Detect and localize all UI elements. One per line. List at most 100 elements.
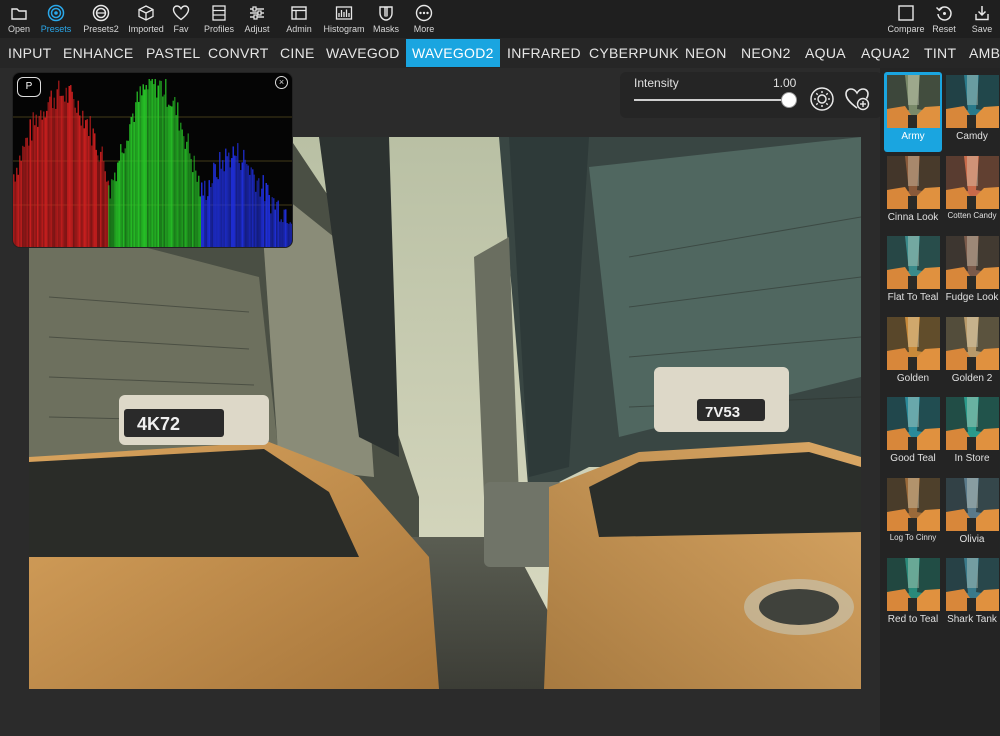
preset-thumbnail	[887, 75, 940, 128]
histogram-bar	[181, 129, 183, 247]
category-tab-aqua2[interactable]: AQUA2	[855, 39, 916, 67]
histogram-bar	[121, 152, 123, 247]
category-tab-enhance[interactable]: ENHANCE	[57, 39, 140, 67]
histogram-bar	[276, 201, 278, 247]
histogram-bar	[35, 114, 37, 247]
preset-item[interactable]: Golden 2	[943, 314, 1000, 394]
histogram-bar	[103, 160, 105, 247]
toolbar-histogram-button[interactable]: Histogram	[320, 2, 368, 36]
histogram-bar	[148, 79, 150, 247]
preset-item[interactable]: Army	[884, 72, 942, 152]
preset-thumbnail	[887, 316, 940, 370]
add-favorite-icon[interactable]	[844, 86, 870, 112]
preset-name: Olivia	[959, 533, 985, 545]
histogram-bar	[98, 161, 100, 247]
mask-icon	[379, 6, 393, 21]
histogram-bar	[228, 152, 230, 247]
toolbar-label: Fav	[173, 24, 189, 34]
preset-item[interactable]: Olivia	[943, 475, 1000, 555]
histogram-bar	[186, 141, 188, 247]
histogram-bar	[184, 148, 186, 247]
preset-item[interactable]: Camdy	[943, 72, 1000, 152]
histogram-bar	[282, 222, 284, 247]
preset-item[interactable]: Fudge Look	[943, 233, 1000, 313]
category-tab-neon2[interactable]: NEON2	[735, 39, 797, 67]
histogram-bar	[258, 178, 260, 247]
preset-name: Golden	[896, 372, 930, 384]
preset-item[interactable]: Cinna Look	[884, 153, 942, 233]
histogram-bar	[145, 85, 147, 247]
histogram-bar	[174, 97, 176, 247]
histogram-bar	[74, 107, 76, 247]
histogram-bar	[62, 95, 64, 247]
preset-item[interactable]: Log To Cinny	[884, 475, 942, 555]
preset-thumbnail	[946, 75, 999, 128]
histogram-bar	[277, 200, 279, 247]
category-tab-input[interactable]: INPUT	[2, 39, 58, 67]
histogram-bar	[199, 196, 201, 247]
category-tab-amb[interactable]: AMB	[963, 39, 1000, 67]
preset-item[interactable]: Good Teal	[884, 394, 942, 474]
histogram-bar	[37, 126, 39, 247]
histogram-bar	[153, 84, 155, 247]
more-icon	[415, 4, 433, 22]
histogram-bar	[222, 160, 224, 247]
category-tab-pastel[interactable]: PASTEL	[140, 39, 206, 67]
intensity-slider-thumb[interactable]	[781, 92, 797, 108]
histogram-bar	[61, 95, 63, 247]
histogram-bar	[68, 86, 70, 247]
preset-item[interactable]: Red to Teal	[884, 555, 942, 635]
histogram-bar	[241, 162, 243, 247]
category-tab-neon[interactable]: NEON	[679, 39, 733, 67]
category-tab-cyberpunk[interactable]: CYBERPUNK	[583, 39, 685, 67]
preset-thumbnail	[946, 236, 999, 289]
preset-name: In Store	[954, 453, 990, 464]
histogram-bar	[53, 97, 55, 247]
histogram-bar	[41, 119, 43, 247]
heart-icon	[172, 5, 190, 21]
category-tab-cine[interactable]: CINE	[274, 39, 321, 67]
histogram-bar	[243, 149, 245, 247]
toolbar-adjust-button[interactable]: Adjust	[233, 2, 281, 36]
category-tab-aqua[interactable]: AQUA	[799, 39, 852, 67]
histogram-bar	[91, 145, 93, 247]
preset-thumbnail	[946, 558, 999, 611]
toolbar-label: More	[413, 24, 435, 34]
histogram-bar	[19, 155, 21, 247]
histogram-bar	[271, 197, 273, 247]
category-tab-convrt[interactable]: CONVRT	[202, 39, 275, 67]
histogram-bar	[177, 102, 179, 247]
preset-item[interactable]: Flat To Teal	[884, 233, 942, 313]
histogram-bar	[154, 79, 156, 247]
toolbar-presets2-button[interactable]: Presets2	[77, 2, 125, 36]
preset-item[interactable]: Cotten Candy	[943, 153, 1000, 233]
histogram-bar	[126, 140, 128, 247]
toolbar-admin-button[interactable]: Admin	[275, 2, 323, 36]
category-tab-wavegod2[interactable]: WAVEGOD2	[406, 39, 500, 67]
histogram-bar	[205, 199, 207, 247]
category-tab-infrared[interactable]: INFRARED	[501, 39, 587, 67]
preset-thumbnail	[887, 236, 940, 289]
category-tab-wavegod[interactable]: WAVEGOD	[320, 39, 406, 67]
toolbar-more-button[interactable]: More	[400, 2, 448, 36]
histogram-bar	[252, 169, 254, 247]
brightness-icon[interactable]	[810, 87, 834, 111]
intensity-slider-track[interactable]	[634, 99, 792, 101]
histogram-overlay[interactable]: P ×	[12, 72, 293, 248]
toolbar-presets-button[interactable]: Presets	[32, 2, 80, 36]
toolbar-save-button[interactable]: Save	[958, 2, 1000, 36]
histogram-bar	[34, 125, 36, 247]
category-tab-tint[interactable]: TINT	[918, 39, 962, 67]
close-icon[interactable]: ×	[275, 76, 288, 89]
preset-item[interactable]: Shark Tank	[943, 555, 1000, 635]
preset-thumbnail	[887, 397, 940, 450]
toolbar-label: Presets	[40, 24, 72, 34]
preset-item[interactable]: Golden	[884, 314, 942, 394]
histogram-bar	[56, 89, 58, 247]
histogram-bar	[231, 158, 233, 247]
histogram-bar	[115, 181, 117, 247]
preset-name: Shark Tank	[947, 614, 997, 625]
preset-item[interactable]: In Store	[943, 394, 1000, 474]
preset-list: Army Camdy Cinna Look Cotten Candy Flat To T…	[880, 68, 1000, 736]
histogram-mode-button[interactable]: P	[17, 77, 41, 97]
